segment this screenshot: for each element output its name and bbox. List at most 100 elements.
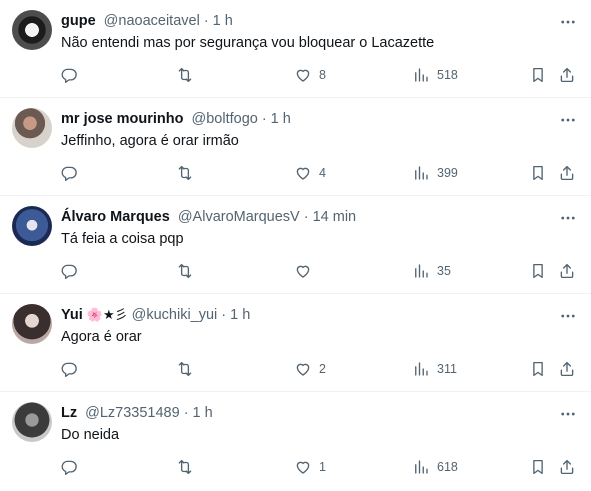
- views-button[interactable]: 618: [412, 456, 458, 478]
- avatar[interactable]: [12, 10, 52, 50]
- timestamp[interactable]: 1 h: [271, 111, 291, 127]
- retweet-button[interactable]: [176, 456, 194, 478]
- views-icon: [415, 68, 428, 82]
- like-button[interactable]: [294, 260, 319, 282]
- author-emojis: 🌸★彡: [86, 307, 128, 322]
- separator-dot: ·: [221, 307, 227, 323]
- author-handle[interactable]: @boltfogo: [192, 111, 258, 127]
- share-icon: [560, 67, 574, 83]
- tweet-text: Tá feia a coisa pqp: [61, 231, 184, 247]
- author-name[interactable]: Yui: [61, 307, 83, 323]
- reply-button[interactable]: [60, 456, 78, 478]
- more-icon: [561, 412, 575, 416]
- like-count: 1: [319, 460, 326, 474]
- tweet-header: Álvaro Marques @AlvaroMarquesV · 14 min: [61, 207, 356, 227]
- action-bar: 8 518: [0, 64, 591, 86]
- bookmark-icon: [533, 459, 543, 475]
- author-name[interactable]: Lz: [61, 405, 77, 421]
- like-button[interactable]: 4: [294, 162, 326, 184]
- views-button[interactable]: 35: [412, 260, 451, 282]
- author-handle[interactable]: @naoaceitavel: [104, 13, 200, 29]
- more-button[interactable]: [559, 405, 577, 423]
- more-button[interactable]: [559, 209, 577, 227]
- tweet-header: gupe @naoaceitavel · 1 h: [61, 11, 233, 31]
- views-button[interactable]: 518: [412, 64, 458, 86]
- bookmark-icon: [533, 263, 543, 279]
- retweet-icon: [178, 165, 192, 181]
- more-button[interactable]: [559, 307, 577, 325]
- bookmark-button[interactable]: [529, 456, 547, 478]
- tweet-text: Agora é orar: [61, 329, 142, 345]
- bookmark-icon: [533, 361, 543, 377]
- more-button[interactable]: [559, 13, 577, 31]
- share-button[interactable]: [558, 64, 576, 86]
- retweet-button[interactable]: [176, 64, 194, 86]
- like-button[interactable]: 1: [294, 456, 326, 478]
- like-button[interactable]: 2: [294, 358, 326, 380]
- heart-icon: [296, 461, 310, 474]
- author-handle[interactable]: @kuchiki_yui: [132, 307, 218, 323]
- more-icon: [561, 20, 575, 24]
- like-count: 2: [319, 362, 326, 376]
- retweet-button[interactable]: [176, 260, 194, 282]
- bookmark-button[interactable]: [529, 260, 547, 282]
- share-button[interactable]: [558, 260, 576, 282]
- timestamp[interactable]: 1 h: [213, 13, 233, 29]
- retweet-button[interactable]: [176, 358, 194, 380]
- action-bar: 2 311: [0, 358, 591, 380]
- bookmark-button[interactable]: [529, 358, 547, 380]
- more-button[interactable]: [559, 111, 577, 129]
- timestamp[interactable]: 1 h: [193, 405, 213, 421]
- retweet-button[interactable]: [176, 162, 194, 184]
- retweet-icon: [178, 263, 192, 279]
- views-icon: [415, 460, 428, 474]
- author-handle[interactable]: @Lz73351489: [85, 405, 180, 421]
- share-button[interactable]: [558, 358, 576, 380]
- separator-dot: ·: [183, 405, 189, 421]
- share-button[interactable]: [558, 456, 576, 478]
- author-name[interactable]: Álvaro Marques: [61, 209, 170, 225]
- action-bar: 4 399: [0, 162, 591, 184]
- views-button[interactable]: 311: [412, 358, 457, 380]
- avatar[interactable]: [12, 304, 52, 344]
- avatar[interactable]: [12, 206, 52, 246]
- share-icon: [560, 459, 574, 475]
- reply-button[interactable]: [60, 358, 78, 380]
- timestamp[interactable]: 1 h: [230, 307, 250, 323]
- retweet-icon: [178, 459, 192, 475]
- tweet[interactable]: mr jose mourinho @boltfogo · 1 h Jeffinho,…: [0, 98, 591, 196]
- author-handle[interactable]: @AlvaroMarquesV: [178, 209, 300, 225]
- tweet[interactable]: gupe @naoaceitavel · 1 h Não entendi mas p…: [0, 0, 591, 98]
- reply-button[interactable]: [60, 260, 78, 282]
- views-button[interactable]: 399: [412, 162, 458, 184]
- author-name[interactable]: mr jose mourinho: [61, 111, 183, 127]
- reply-feed: gupe @naoaceitavel · 1 h Não entendi mas p…: [0, 0, 591, 490]
- share-button[interactable]: [558, 162, 576, 184]
- separator-dot: ·: [261, 111, 267, 127]
- reply-button[interactable]: [60, 64, 78, 86]
- bookmark-icon: [533, 165, 543, 181]
- tweet[interactable]: Álvaro Marques @AlvaroMarquesV · 14 min Tá…: [0, 196, 591, 294]
- bookmark-button[interactable]: [529, 64, 547, 86]
- retweet-icon: [178, 67, 192, 83]
- like-button[interactable]: 8: [294, 64, 326, 86]
- avatar[interactable]: [12, 402, 52, 442]
- avatar[interactable]: [12, 108, 52, 148]
- tweet-text: Jeffinho, agora é orar irmão: [61, 133, 239, 149]
- timestamp[interactable]: 14 min: [313, 209, 357, 225]
- more-icon: [561, 314, 575, 318]
- views-icon: [415, 264, 428, 278]
- retweet-icon: [178, 361, 192, 377]
- bookmark-icon: [533, 67, 543, 83]
- view-count: 518: [437, 68, 458, 82]
- more-icon: [561, 118, 575, 122]
- separator-dot: ·: [203, 13, 209, 29]
- reply-button[interactable]: [60, 162, 78, 184]
- reply-icon: [61, 362, 77, 377]
- tweet[interactable]: Yui🌸★彡 @kuchiki_yui·1 h Agora é orar: [0, 294, 591, 392]
- tweet[interactable]: Lz @Lz73351489 · 1 h Do neida 1 618: [0, 392, 591, 490]
- like-count: 8: [319, 68, 326, 82]
- bookmark-button[interactable]: [529, 162, 547, 184]
- tweet-header: Lz @Lz73351489 · 1 h: [61, 403, 213, 423]
- author-name[interactable]: gupe: [61, 13, 96, 29]
